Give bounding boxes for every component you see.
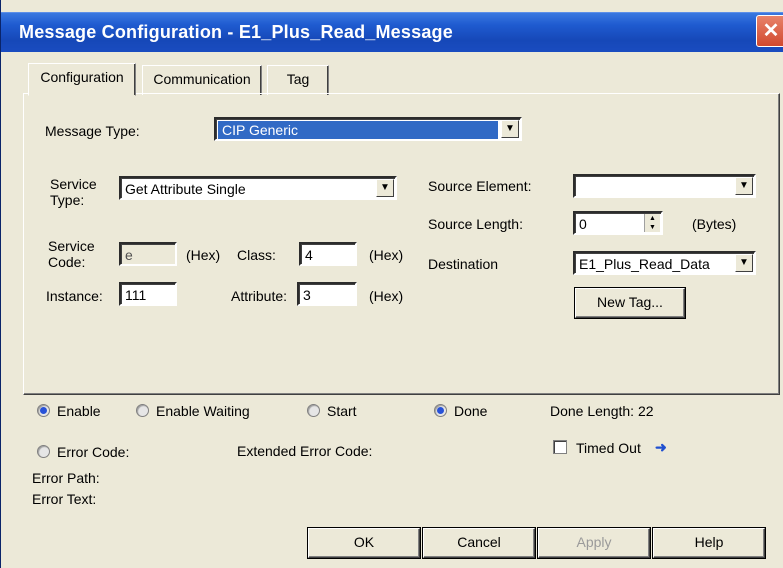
window-title: Message Configuration - E1_Plus_Read_Mes…	[19, 22, 453, 42]
done-indicator	[434, 404, 447, 417]
new-tag-button-label: New Tag...	[597, 294, 663, 310]
tab-tag-label: Tag	[286, 71, 310, 87]
help-button-label: Help	[694, 534, 724, 550]
tab-configuration[interactable]: Configuration	[28, 63, 136, 96]
service-code-hex-label: (Hex)	[186, 247, 221, 263]
service-code-value: e	[125, 247, 133, 263]
class-field[interactable]: 4	[299, 242, 357, 266]
chevron-down-icon[interactable]: ▼	[501, 120, 519, 138]
ok-button[interactable]: OK	[308, 528, 420, 558]
error-code-label: Error Code:	[57, 444, 130, 460]
enable-label: Enable	[57, 403, 101, 419]
bytes-label: (Bytes)	[692, 216, 737, 232]
class-hex-label: (Hex)	[369, 247, 404, 263]
service-code-field[interactable]: e	[119, 242, 177, 266]
tab-tag[interactable]: Tag	[267, 65, 329, 95]
left-arrow-icon: ➜	[655, 439, 667, 455]
extended-error-code-label: Extended Error Code:	[237, 443, 373, 459]
chevron-down-icon[interactable]: ▼	[376, 179, 394, 197]
source-length-label: Source Length:	[428, 216, 523, 232]
close-icon: ✕	[762, 20, 780, 42]
tab-communication-label: Communication	[153, 71, 251, 87]
enable-indicator	[37, 404, 50, 417]
message-configuration-dialog: Message Configuration - E1_Plus_Read_Mes…	[0, 0, 783, 568]
source-length-value: 0	[579, 216, 587, 232]
service-type-value: Get Attribute Single	[125, 181, 246, 197]
cancel-button[interactable]: Cancel	[423, 528, 535, 558]
timed-out-checkbox[interactable]	[553, 440, 567, 454]
help-button[interactable]: Help	[653, 528, 765, 558]
error-path-label: Error Path:	[32, 470, 100, 486]
apply-button-label: Apply	[576, 534, 612, 550]
timed-out-label: Timed Out	[576, 440, 641, 456]
destination-select[interactable]: E1_Plus_Read_Data ▼	[573, 251, 756, 275]
service-code-label-line2: Code:	[48, 254, 86, 270]
spinner-arrows-icon[interactable]: ▲ ▼	[644, 214, 660, 232]
source-length-spinner[interactable]: 0 ▲ ▼	[573, 211, 663, 235]
service-type-label-line1: Service	[50, 176, 97, 192]
attribute-hex-label: (Hex)	[369, 288, 404, 304]
title-bar[interactable]: Message Configuration - E1_Plus_Read_Mes…	[1, 12, 783, 52]
attribute-value: 3	[303, 287, 311, 303]
message-type-select[interactable]: CIP Generic ▼	[214, 117, 522, 141]
enable-waiting-label: Enable Waiting	[156, 403, 250, 419]
class-value: 4	[305, 247, 313, 263]
cancel-button-label: Cancel	[457, 534, 501, 550]
source-element-label: Source Element:	[428, 178, 532, 194]
apply-button[interactable]: Apply	[538, 528, 650, 558]
attribute-label: Attribute:	[231, 288, 288, 304]
tab-configuration-label: Configuration	[40, 69, 124, 85]
instance-label: Instance:	[46, 288, 103, 304]
tab-communication[interactable]: Communication	[142, 65, 262, 95]
class-label: Class:	[237, 247, 276, 263]
instance-value: 111	[125, 287, 147, 303]
instance-field[interactable]: 111	[119, 282, 177, 306]
done-length: Done Length: 22	[550, 403, 654, 419]
new-tag-button[interactable]: New Tag...	[575, 288, 685, 318]
error-text-label: Error Text:	[32, 491, 97, 507]
done-label: Done	[454, 403, 488, 419]
ok-button-label: OK	[353, 534, 375, 550]
start-label: Start	[327, 403, 357, 419]
message-type-value: CIP Generic	[218, 121, 498, 139]
service-type-select[interactable]: Get Attribute Single ▼	[119, 176, 397, 200]
service-code-label-line1: Service	[48, 238, 95, 254]
error-code-indicator	[37, 445, 50, 458]
close-button[interactable]: ✕	[756, 15, 783, 47]
destination-value: E1_Plus_Read_Data	[579, 256, 710, 272]
enable-waiting-indicator	[136, 404, 149, 417]
chevron-down-icon[interactable]: ▼	[735, 177, 753, 195]
attribute-field[interactable]: 3	[297, 282, 357, 306]
source-element-select[interactable]: ▼	[573, 174, 756, 198]
destination-label: Destination	[428, 256, 499, 272]
message-type-label: Message Type:	[45, 123, 140, 139]
service-type-label-line2: Type:	[50, 192, 85, 208]
start-indicator	[307, 404, 320, 417]
chevron-down-icon[interactable]: ▼	[735, 254, 753, 272]
